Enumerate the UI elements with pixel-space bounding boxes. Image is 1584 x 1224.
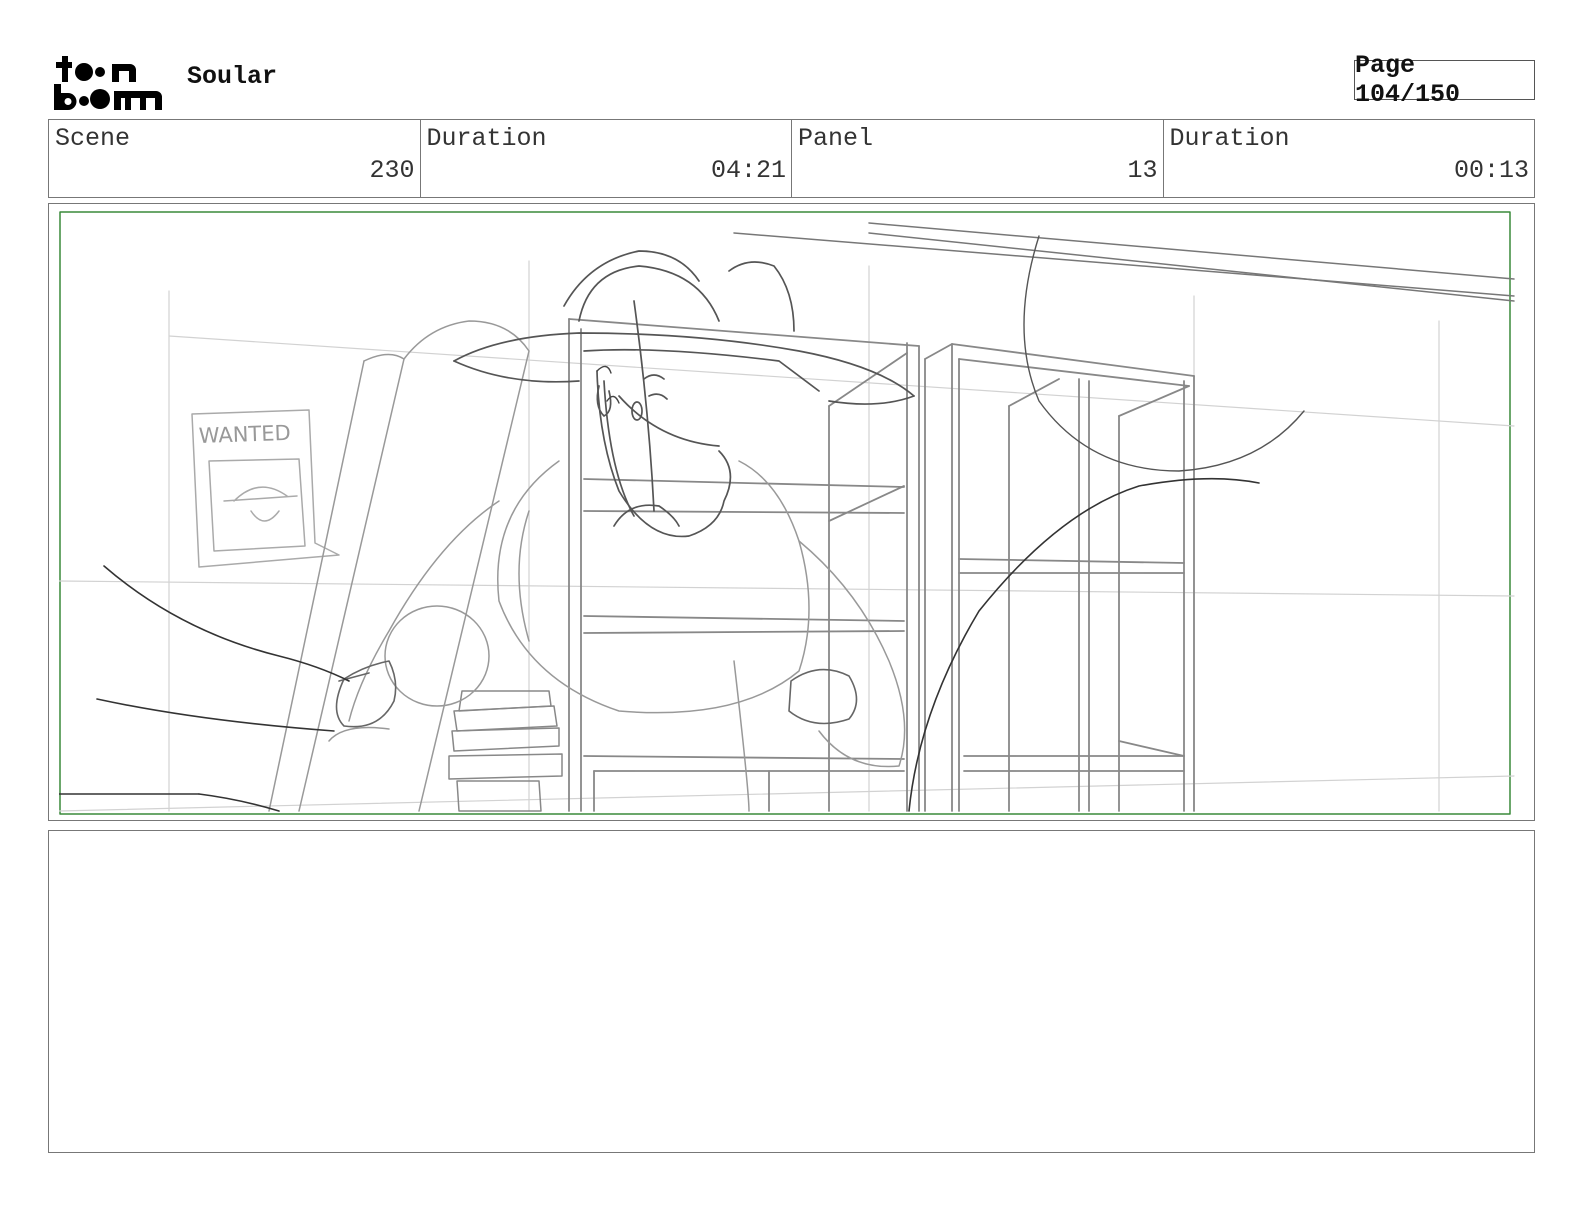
cabinet-door bbox=[268, 320, 530, 812]
panel-label: Panel bbox=[798, 124, 874, 153]
perspective-guides bbox=[59, 260, 1515, 812]
storyboard-sketch: WANTED bbox=[59, 211, 1515, 815]
panel-duration-cell: Duration 00:13 bbox=[1164, 120, 1535, 197]
scene-value: 230 bbox=[369, 156, 415, 185]
toon-boom-logo bbox=[54, 56, 162, 110]
scene-cell: Scene 230 bbox=[49, 120, 421, 197]
scene-duration-cell: Duration 04:21 bbox=[421, 120, 792, 197]
bookshelf-right bbox=[924, 343, 1195, 812]
character-eyes bbox=[596, 365, 620, 404]
panel-value: 13 bbox=[1127, 156, 1158, 185]
character-head bbox=[453, 250, 915, 538]
scene-duration-label: Duration bbox=[426, 124, 547, 153]
bookshelf-left bbox=[568, 318, 920, 812]
page-counter: Page 104/150 bbox=[1354, 51, 1535, 109]
ceiling-lines bbox=[733, 222, 1515, 302]
scene-label: Scene bbox=[55, 124, 131, 153]
poster-text: WANTED bbox=[198, 421, 291, 448]
scene-duration-value: 04:21 bbox=[710, 156, 786, 185]
circle-guide bbox=[1023, 235, 1305, 472]
panel-duration-label: Duration bbox=[1169, 124, 1290, 153]
panel-cell: Panel 13 bbox=[792, 120, 1164, 197]
project-title: Soular bbox=[187, 62, 278, 91]
notes-box bbox=[48, 830, 1535, 1153]
tail-curve bbox=[908, 477, 1260, 812]
character-hand bbox=[335, 660, 858, 728]
panel-info-row: Scene 230 Duration 04:21 Panel 13 Durati… bbox=[48, 119, 1535, 198]
left-arm-lines bbox=[59, 565, 350, 812]
book-stack bbox=[448, 690, 563, 812]
panel-duration-value: 00:13 bbox=[1453, 156, 1529, 185]
